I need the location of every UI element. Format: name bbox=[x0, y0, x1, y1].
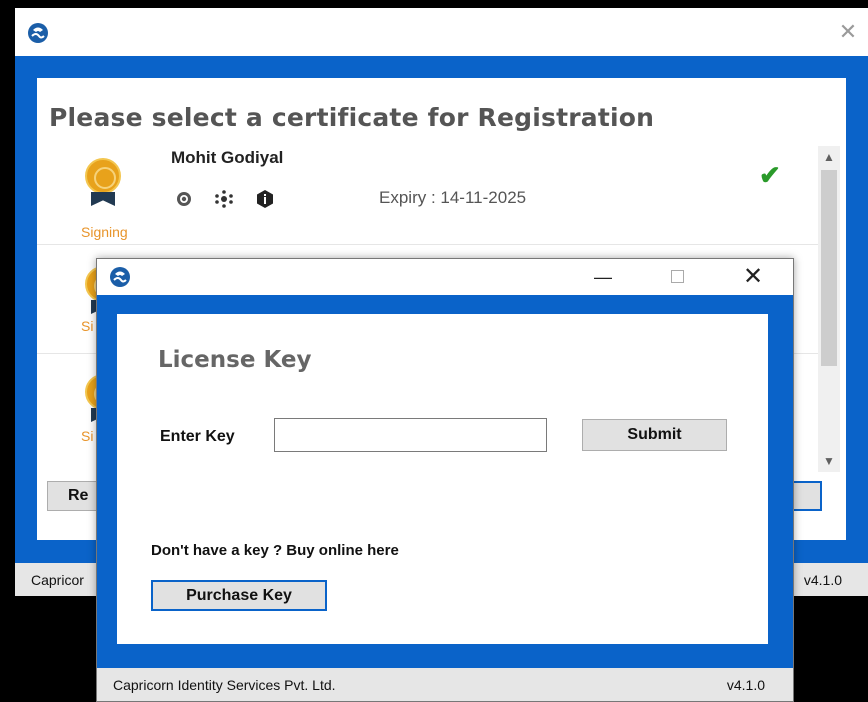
certificate-type-label: Si bbox=[81, 428, 94, 444]
version-label: v4.1.0 bbox=[726, 677, 765, 693]
scroll-down-icon[interactable]: ▼ bbox=[818, 450, 840, 472]
dialog-title: License Key bbox=[158, 347, 312, 373]
scroll-thumb[interactable] bbox=[821, 170, 837, 366]
version-label: v4.1.0 bbox=[803, 572, 842, 588]
gear-icon[interactable] bbox=[175, 190, 193, 208]
license-key-dialog: — ✕ License Key Enter Key Submit Don't h… bbox=[96, 258, 794, 702]
certificate-list-scrollbar[interactable]: ▲ ▼ bbox=[818, 146, 840, 472]
capricorn-logo-icon bbox=[28, 23, 48, 43]
list-divider bbox=[37, 244, 823, 245]
screen-edge-top bbox=[0, 0, 868, 8]
certificate-window-close-icon[interactable]: ✕ bbox=[838, 21, 858, 43]
enter-key-label: Enter Key bbox=[160, 428, 235, 445]
purchase-key-button[interactable]: Purchase Key bbox=[151, 580, 327, 611]
certificate-type-label: Signing bbox=[81, 224, 128, 240]
screen-edge-left bbox=[0, 8, 15, 702]
buy-online-text: Don't have a key ? Buy online here bbox=[151, 542, 399, 559]
certificate-window-titlebar: ✕ bbox=[15, 8, 868, 56]
certificate-action-icons bbox=[175, 190, 292, 210]
submit-button[interactable]: Submit bbox=[582, 419, 727, 451]
minimize-icon[interactable]: — bbox=[575, 259, 631, 295]
info-icon[interactable] bbox=[256, 190, 274, 208]
license-key-input[interactable] bbox=[274, 418, 547, 452]
license-dialog-panel: License Key Enter Key Submit Don't have … bbox=[117, 314, 768, 644]
medal-icon bbox=[83, 158, 123, 218]
certificate-owner-name: Mohit Godiyal bbox=[171, 148, 284, 167]
scroll-up-icon[interactable]: ▲ bbox=[818, 146, 840, 168]
maximize-icon[interactable] bbox=[649, 259, 705, 295]
close-icon[interactable]: ✕ bbox=[725, 259, 781, 295]
license-dialog-titlebar: — ✕ bbox=[97, 259, 793, 295]
capricorn-logo-icon bbox=[110, 267, 130, 287]
network-icon[interactable] bbox=[215, 190, 234, 208]
checkmark-icon: ✔ bbox=[759, 160, 781, 190]
certificate-heading: Please select a certificate for Registra… bbox=[49, 103, 655, 132]
certificate-expiry: Expiry : 14-11-2025 bbox=[379, 188, 527, 207]
company-name: Capricor bbox=[31, 572, 84, 588]
certificate-list-item[interactable]: Signing Mohit Godiyal Expiry : 14-11-202… bbox=[37, 148, 823, 248]
company-name: Capricorn Identity Services Pvt. Ltd. bbox=[113, 677, 336, 693]
license-dialog-statusbar: Capricorn Identity Services Pvt. Ltd. v4… bbox=[97, 668, 793, 701]
certificate-type-label: Si bbox=[81, 318, 94, 334]
